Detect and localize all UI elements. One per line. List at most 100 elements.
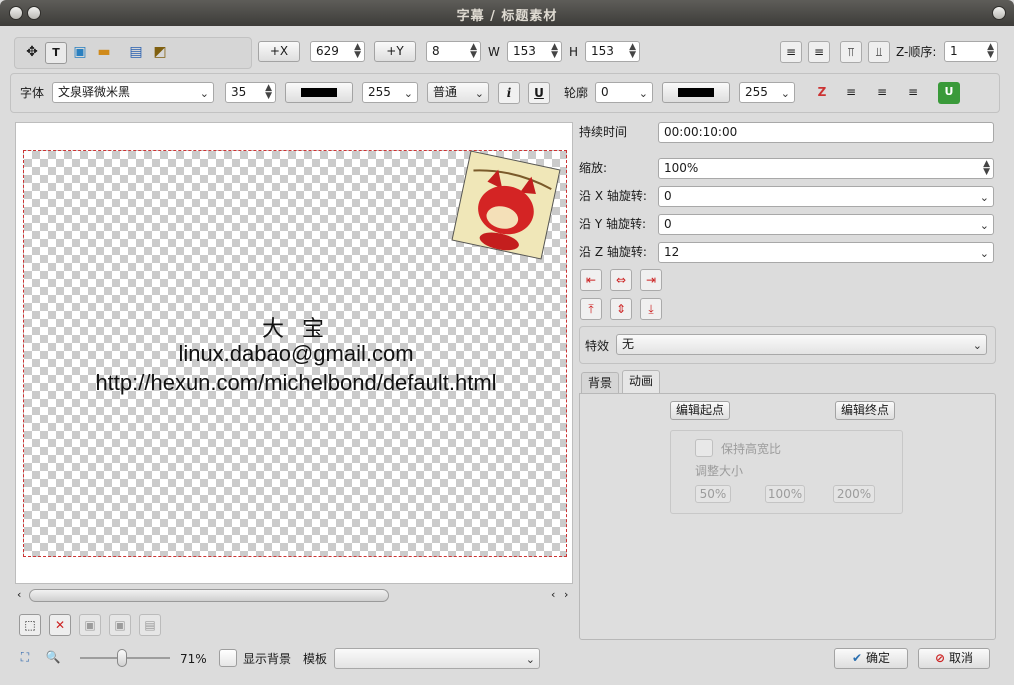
canvas-text-line-1[interactable]: 大 宝 [24,311,568,343]
align-bottom-icon[interactable]: ⫫ [868,41,890,63]
align-v-top-icon[interactable]: ⤒ [580,298,602,320]
resize-100-button[interactable]: 100% [765,485,805,503]
zoom-icon[interactable]: 🔍 [42,647,64,669]
zoom-value: 100% [664,161,699,175]
edit-start-button[interactable]: 编辑起点 [670,401,730,420]
text-tool-icon[interactable]: T [45,42,67,64]
ok-button[interactable]: ✔ 确定 [834,648,908,669]
chevron-down-icon: ⌄ [474,87,484,100]
rotate-z-select[interactable]: 12 ⌄ [658,242,994,263]
align-h-left-icon[interactable]: ⇤ [580,269,602,291]
rotate-y-select[interactable]: 0 ⌄ [658,214,994,235]
template-select[interactable]: ⌄ [334,648,540,669]
effect-select[interactable]: 无 ⌄ [616,334,987,355]
zoom-input[interactable]: 100% ▲ ▼ [658,158,994,179]
rotate-y-label: 沿 Y 轴旋转: [579,217,647,231]
underline-icon[interactable]: U [528,82,550,104]
y-position-input[interactable]: 8 ▲ ▼ [426,41,481,62]
spin-arrows-icon[interactable]: ▲ ▼ [470,43,477,60]
align-h-center-icon[interactable]: ⇔ [610,269,632,291]
show-background-checkbox[interactable] [219,649,237,667]
scroll-left-icon[interactable]: ‹ [17,588,21,601]
duration-input[interactable]: 00:00:10:00 [658,122,994,143]
outline-color-button[interactable] [662,82,730,103]
cancel-label: 取消 [948,651,973,665]
show-background-label: 显示背景 [243,652,292,666]
y-position-button[interactable]: +Y [374,41,416,62]
canvas-text-line-2[interactable]: linux.dabao@gmail.com [24,341,568,367]
canvas-text-line-3[interactable]: http://hexun.com/michelbond/default.html [24,370,568,396]
width-label: W [488,45,500,59]
spin-arrows-icon[interactable]: ▲ ▼ [551,43,558,60]
chevron-down-icon: ⌄ [979,191,989,204]
text-align-center-icon[interactable]: ≡ [871,82,893,104]
text-align-right-icon[interactable]: ≡ [902,82,924,104]
zoom-percent: 71% [180,652,207,666]
edit-end-button[interactable]: 编辑终点 [835,401,895,420]
lower-item-icon[interactable]: ▣ [109,614,131,636]
height-input[interactable]: 153 ▲ ▼ [585,41,640,62]
delete-item-icon[interactable]: ✕ [49,614,71,636]
canvas-checkerboard[interactable]: 大 宝 linux.dabao@gmail.com http://hexun.c… [23,150,567,557]
add-image-icon[interactable]: ▬ [93,42,115,64]
text-color-swatch [301,88,337,97]
select-all-icon[interactable]: ⬚ [19,614,41,636]
cancel-button[interactable]: ⊘ 取消 [918,648,990,669]
spin-arrows-icon[interactable]: ▲ ▼ [265,84,272,101]
image-item[interactable] [451,150,561,260]
insert-text-icon[interactable]: U [938,82,960,104]
resize-200-button[interactable]: 200% [833,485,875,503]
scrollbar-thumb[interactable] [29,589,389,602]
resize-50-button[interactable]: 50% [695,485,731,503]
outline-alpha-select[interactable]: 255 ⌄ [739,82,795,103]
rotate-x-select[interactable]: 0 ⌄ [658,186,994,207]
keep-ratio-checkbox[interactable] [695,439,713,457]
x-position-input[interactable]: 629 ▲ ▼ [310,41,365,62]
width-value: 153 [513,44,536,58]
x-position-button[interactable]: +X [258,41,300,62]
text-alpha-select[interactable]: 255 ⌄ [362,82,418,103]
align-v-bottom-icon[interactable]: ⤓ [640,298,662,320]
scroll-left-alt-icon[interactable]: ‹ [551,588,555,601]
add-shape-icon[interactable]: ▣ [69,42,91,64]
chevron-down-icon: ⌄ [979,219,989,232]
zoom-slider-handle[interactable] [117,649,127,667]
font-size-input[interactable]: 35 ▲ ▼ [225,82,276,103]
fit-view-icon[interactable]: ⛶ [14,647,36,669]
z-order-value: 1 [950,44,958,58]
outline-color-swatch [678,88,714,97]
tab-animation[interactable]: 动画 [622,370,661,394]
outline-width-select[interactable]: 0 ⌄ [595,82,653,103]
font-weight-select[interactable]: 普通 ⌄ [427,82,489,103]
scroll-right-icon[interactable]: › [564,588,568,601]
horizontal-scrollbar[interactable]: ‹ ‹ › [15,587,573,605]
height-value: 153 [591,44,614,58]
align-right-icon[interactable]: ≡ [808,41,830,63]
spin-arrows-icon[interactable]: ▲ ▼ [983,160,990,177]
width-input[interactable]: 153 ▲ ▼ [507,41,562,62]
align-left-icon[interactable]: ≡ [780,41,802,63]
save-icon[interactable]: ▤ [125,42,147,64]
spin-arrows-icon[interactable]: ▲ ▼ [629,43,636,60]
align-top-icon[interactable]: ⫪ [840,41,862,63]
align-h-right-icon[interactable]: ⇥ [640,269,662,291]
duration-value: 00:00:10:00 [664,125,738,139]
effect-z-icon[interactable]: Z [811,82,833,104]
move-tool-icon[interactable]: ✥ [21,42,43,64]
outline-width-value: 0 [601,85,609,99]
title-canvas[interactable]: 大 宝 linux.dabao@gmail.com http://hexun.c… [15,122,573,584]
font-select[interactable]: 文泉驿微米黑 ⌄ [52,82,214,103]
text-color-button[interactable] [285,82,353,103]
spin-arrows-icon[interactable]: ▲ ▼ [987,43,994,60]
italic-icon[interactable]: i [498,82,520,104]
group-item-icon[interactable]: ▤ [139,614,161,636]
text-align-left-icon[interactable]: ≡ [840,82,862,104]
template-edit-icon[interactable]: ◩ [149,42,171,64]
resize-label: 调整大小 [695,464,744,478]
tab-background[interactable]: 背景 [581,372,620,394]
spin-arrows-icon[interactable]: ▲ ▼ [354,43,361,60]
raise-item-icon[interactable]: ▣ [79,614,101,636]
z-order-input[interactable]: 1 ▲ ▼ [944,41,998,62]
align-v-center-icon[interactable]: ⇕ [610,298,632,320]
rotate-y-value: 0 [664,217,672,231]
